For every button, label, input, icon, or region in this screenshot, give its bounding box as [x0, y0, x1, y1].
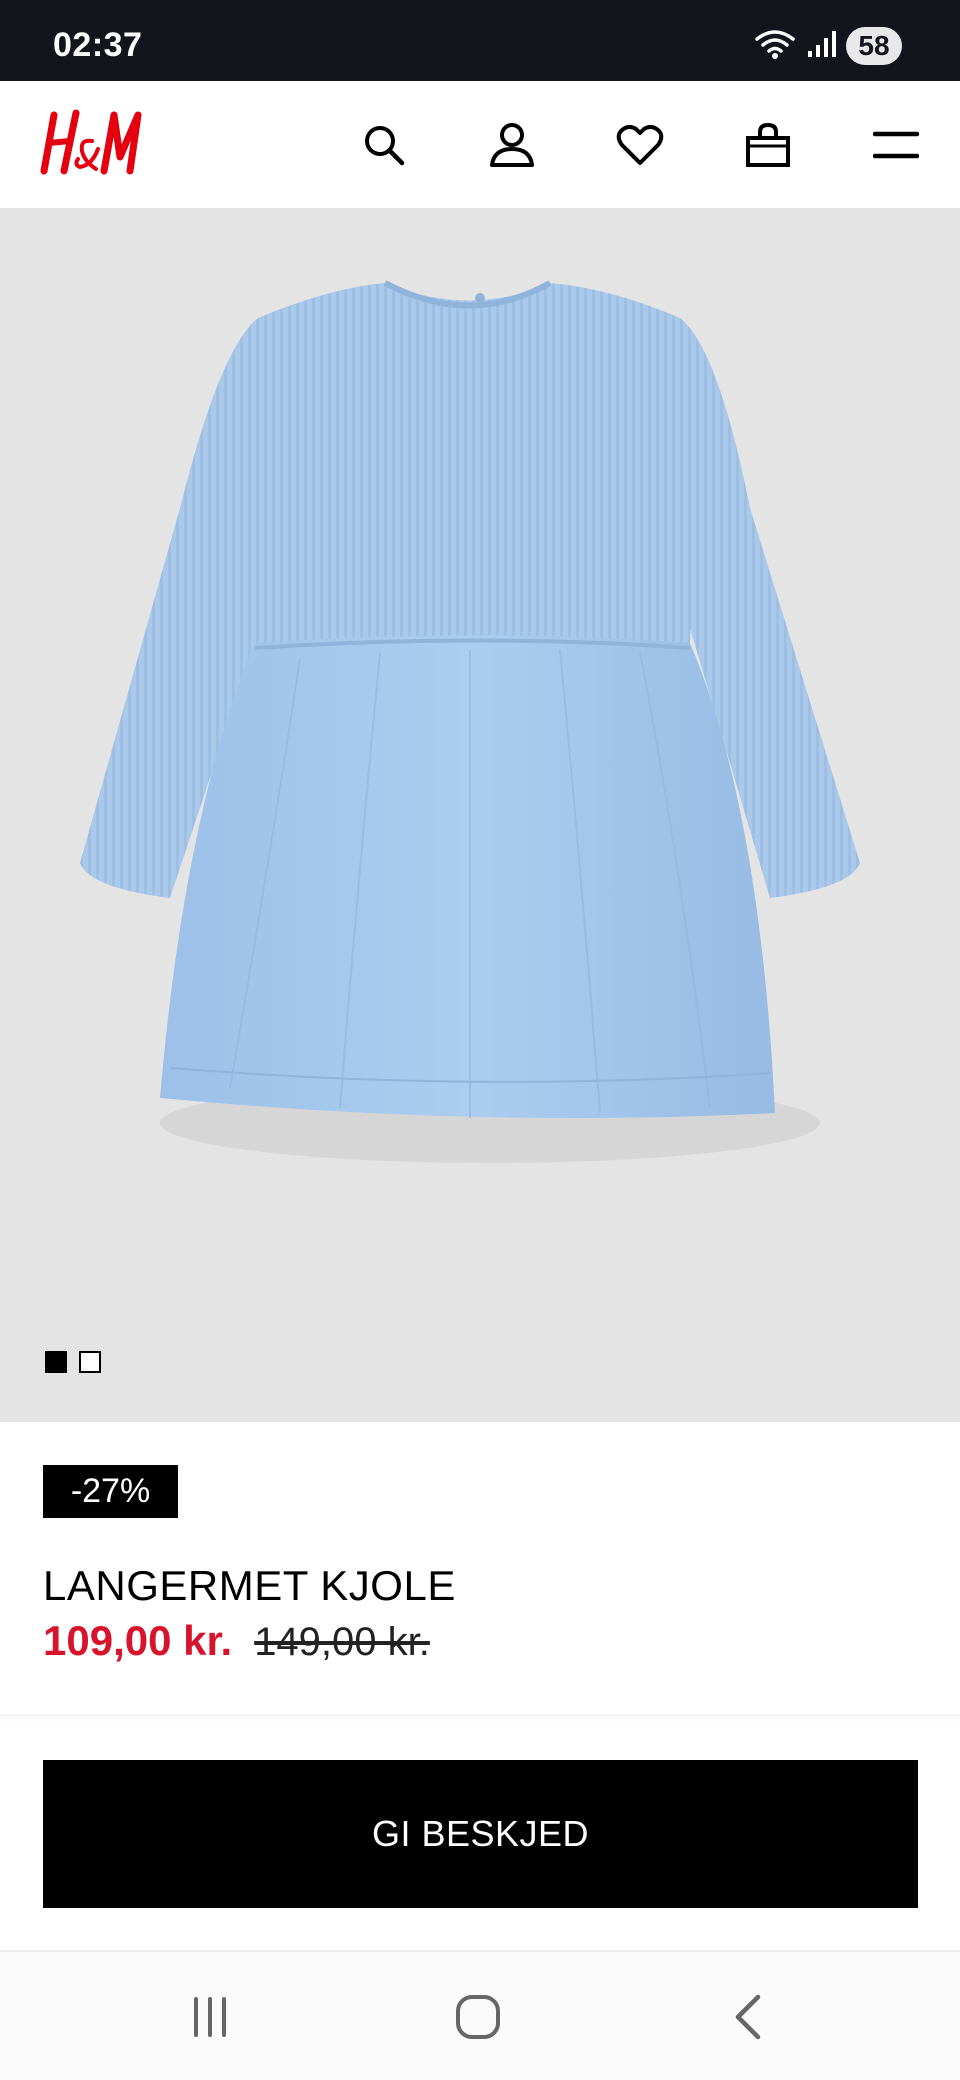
- home-icon[interactable]: [438, 1982, 518, 2052]
- hm-logo[interactable]: [40, 105, 144, 185]
- back-icon[interactable]: [708, 1982, 788, 2052]
- notify-me-button[interactable]: GI BESKJED: [43, 1760, 918, 1908]
- carousel-dots: [45, 1351, 101, 1373]
- divider: [0, 1714, 960, 1722]
- product-title: LANGERMET KJOLE: [43, 1562, 456, 1609]
- product-image[interactable]: [0, 208, 960, 1422]
- wifi-icon: [754, 27, 796, 66]
- bag-icon[interactable]: [740, 117, 796, 173]
- site-header: [0, 81, 960, 208]
- recent-apps-icon[interactable]: [170, 1982, 250, 2052]
- account-icon[interactable]: [484, 117, 540, 173]
- menu-icon[interactable]: [868, 117, 924, 173]
- original-price: 149,00 kr.: [254, 1620, 430, 1664]
- carousel-dot-1[interactable]: [45, 1351, 67, 1373]
- sale-price: 109,00 kr.: [43, 1617, 233, 1664]
- battery-level: 58: [858, 30, 890, 61]
- battery-icon: 58: [846, 27, 902, 65]
- status-time: 02:37: [53, 26, 143, 64]
- status-bar: 02:37 58: [0, 0, 960, 81]
- price-row: 109,00 kr. 149,00 kr.: [43, 1617, 430, 1665]
- carousel-dot-2[interactable]: [79, 1351, 101, 1373]
- dress-illustration: [80, 280, 860, 1163]
- search-icon[interactable]: [356, 117, 412, 173]
- heart-icon[interactable]: [612, 117, 668, 173]
- discount-badge: -27%: [43, 1465, 178, 1518]
- status-icons: 58: [754, 26, 902, 66]
- signal-icon: [806, 29, 836, 64]
- system-nav-bar: [0, 1950, 960, 2080]
